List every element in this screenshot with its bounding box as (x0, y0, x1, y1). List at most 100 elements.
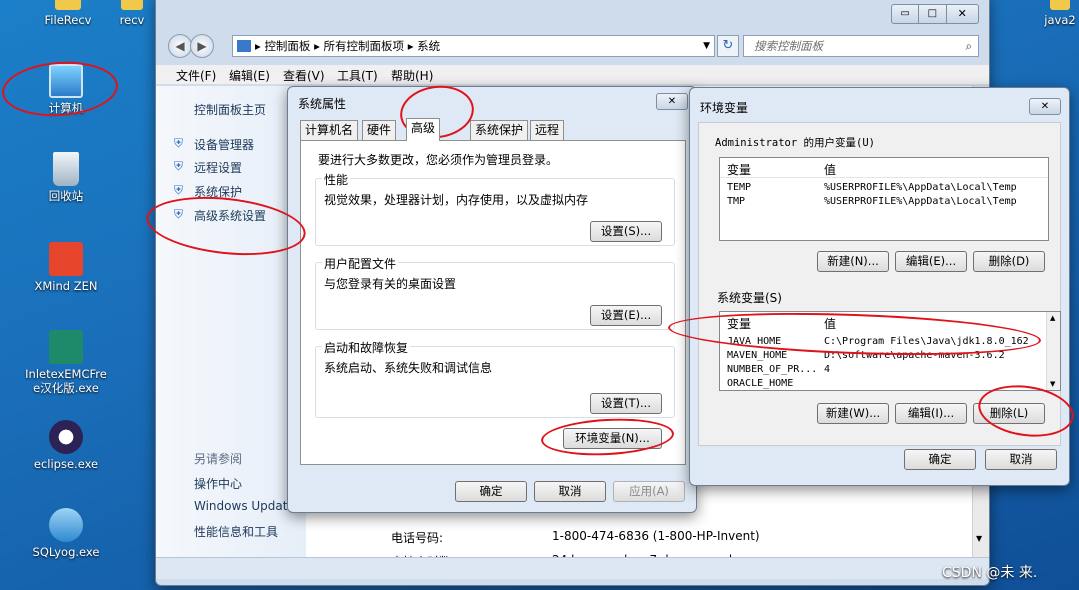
java-icon (1050, 0, 1070, 10)
menu-tools[interactable]: 工具(T) (337, 67, 378, 84)
desktop-icon-eclipse[interactable]: eclipse.exe (26, 420, 106, 471)
minimize-button[interactable]: ▭ (891, 4, 920, 24)
maximize-button[interactable]: □ (919, 4, 947, 24)
shield-icon: ⛨ (174, 159, 184, 173)
var-name: NUMBER_OF_PR... (727, 364, 818, 375)
shield-icon: ⛨ (174, 183, 184, 197)
desktop-icon-recycle-bin[interactable]: 回收站 (26, 152, 106, 203)
breadcrumb-item[interactable]: 控制面板 (264, 39, 310, 53)
desktop-icon-java[interactable]: java2 (1030, 0, 1079, 27)
group-title: 用户配置文件 (322, 255, 399, 272)
startup-settings-button[interactable]: 设置(T)... (590, 393, 662, 414)
breadcrumb-item[interactable]: 所有控制面板项 (324, 39, 405, 53)
admin-note: 要进行大多数更改，您必须作为管理员登录。 (318, 153, 559, 167)
menu-file[interactable]: 文件(F) (176, 67, 216, 84)
var-name: TMP (727, 196, 746, 207)
breadcrumb-item[interactable]: 系统 (417, 39, 440, 53)
status-bar (156, 557, 989, 579)
user-vars-group-title: Administrator 的用户变量(U) (715, 135, 875, 150)
table-row[interactable]: NUMBER_OF_PR... 4 (720, 364, 1060, 378)
group-desc: 视觉效果，处理器计划，内存使用，以及虚拟内存 (324, 193, 589, 207)
table-header: 变量 值 (720, 158, 1048, 178)
close-button[interactable]: ✕ (656, 93, 688, 110)
cancel-button[interactable]: 取消 (534, 481, 606, 502)
close-button[interactable]: ✕ (1029, 98, 1061, 115)
system-vars-group-title: 系统变量(S) (717, 291, 782, 305)
table-row[interactable]: TEMP %USERPROFILE%\AppData\Local\Temp (720, 182, 1048, 196)
group-desc: 与您登录有关的桌面设置 (324, 277, 457, 291)
window-controls: ▭ □ ✕ (891, 4, 979, 24)
close-button[interactable]: ✕ (946, 4, 979, 24)
tab-system-protection[interactable]: 系统保护 (470, 120, 529, 140)
group-title: 性能 (322, 171, 351, 188)
startup-group: 启动和故障恢复 系统启动、系统失败和调试信息 设置(T)... (315, 339, 675, 418)
tab-hardware[interactable]: 硬件 (362, 120, 397, 140)
forward-button[interactable]: ▶ (190, 34, 214, 58)
menu-bar (156, 65, 989, 85)
dialog-title: 系统属性 (298, 97, 347, 111)
inletex-icon (49, 330, 83, 364)
search-input[interactable]: 搜索控制面板 ⌕ (743, 35, 979, 57)
user-vars-table[interactable]: 变量 值 TEMP %USERPROFILE%\AppData\Local\Te… (719, 157, 1049, 241)
recycle-bin-icon (53, 152, 79, 186)
control-panel-icon (237, 40, 251, 52)
see-also-performance[interactable]: 性能信息和工具 (194, 523, 278, 540)
sidebar-item-remote[interactable]: 远程设置 (194, 159, 242, 176)
address-bar[interactable]: ▸ 控制面板 ▸ 所有控制面板项 ▸ 系统 ▼ (232, 35, 715, 57)
back-button[interactable]: ◀ (168, 34, 192, 58)
profile-settings-button[interactable]: 设置(E)... (590, 305, 662, 326)
var-value: %USERPROFILE%\AppData\Local\Temp (824, 196, 1017, 207)
desktop-icon-recv[interactable]: recv (102, 0, 162, 27)
user-edit-button[interactable]: 编辑(E)... (895, 251, 967, 272)
user-new-button[interactable]: 新建(N)... (817, 251, 889, 272)
desktop-icon-label: InletexEMCFree汉化版.exe (25, 367, 107, 395)
menu-view[interactable]: 查看(V) (283, 67, 325, 84)
see-also-windows-update[interactable]: Windows Update (194, 499, 295, 513)
refresh-button[interactable]: ↻ (717, 35, 739, 57)
dialog-title: 环境变量 (700, 101, 749, 115)
eclipse-icon (49, 420, 83, 454)
shield-icon: ⛨ (174, 136, 184, 150)
desktop-icon-label: 回收站 (48, 189, 84, 203)
phone-value: 1-800-474-6836 (1-800-HP-Invent) (552, 529, 760, 543)
var-value: 4 (824, 364, 831, 375)
var-name: TEMP (727, 182, 752, 193)
var-name: ORACLE_HOME (727, 378, 794, 389)
sidebar-item-device-manager[interactable]: 设备管理器 (194, 136, 254, 153)
performance-settings-button[interactable]: 设置(S)... (590, 221, 662, 242)
ok-button[interactable]: 确定 (455, 481, 527, 502)
scroll-up-icon[interactable]: ▲ (1050, 314, 1055, 322)
group-desc: 系统启动、系统失败和调试信息 (324, 361, 493, 375)
sidebar-home[interactable]: 控制面板主页 (194, 101, 266, 118)
desktop-icon-sqlyog[interactable]: SQLyog.exe (26, 508, 106, 559)
user-delete-button[interactable]: 删除(D) (973, 251, 1045, 272)
table-scrollbar[interactable]: ▲ ▼ (1046, 312, 1060, 390)
tab-computer-name[interactable]: 计算机名 (300, 120, 359, 140)
scroll-down-icon[interactable]: ▼ (976, 534, 982, 543)
desktop-icon-filerecv[interactable]: FileRecv (28, 0, 108, 27)
desktop-icon-label: java2 (1044, 13, 1076, 27)
see-also-action-center[interactable]: 操作中心 (194, 475, 242, 492)
system-edit-button[interactable]: 编辑(I)... (895, 403, 967, 424)
table-row[interactable]: TMP %USERPROFILE%\AppData\Local\Temp (720, 196, 1048, 210)
desktop-icon-inletex[interactable]: InletexEMCFree汉化版.exe (24, 330, 108, 395)
menu-help[interactable]: 帮助(H) (391, 67, 433, 84)
folder-icon (55, 0, 81, 10)
col-header-var[interactable]: 变量 (727, 161, 751, 178)
desktop-icon-xmind[interactable]: XMind ZEN (26, 242, 106, 293)
scroll-down-icon[interactable]: ▼ (1050, 380, 1055, 388)
tab-advanced[interactable]: 高级 (406, 118, 441, 141)
apply-button[interactable]: 应用(A) (613, 481, 685, 502)
col-header-val[interactable]: 值 (824, 161, 836, 178)
breadcrumb-separator-icon: ▸ (407, 39, 418, 53)
tab-strip: 计算机名 硬件 高级 系统保护 远程 (300, 118, 686, 141)
desktop-icon-label: recv (119, 13, 145, 27)
ok-button[interactable]: 确定 (904, 449, 976, 470)
performance-group: 性能 视觉效果，处理器计划，内存使用，以及虚拟内存 设置(S)... (315, 171, 675, 246)
watermark: CSDN @未 来. (942, 565, 1038, 581)
menu-edit[interactable]: 编辑(E) (229, 67, 270, 84)
system-new-button[interactable]: 新建(W)... (817, 403, 889, 424)
cancel-button[interactable]: 取消 (985, 449, 1057, 470)
tab-remote[interactable]: 远程 (530, 120, 565, 140)
chevron-down-icon[interactable]: ▼ (703, 36, 710, 56)
